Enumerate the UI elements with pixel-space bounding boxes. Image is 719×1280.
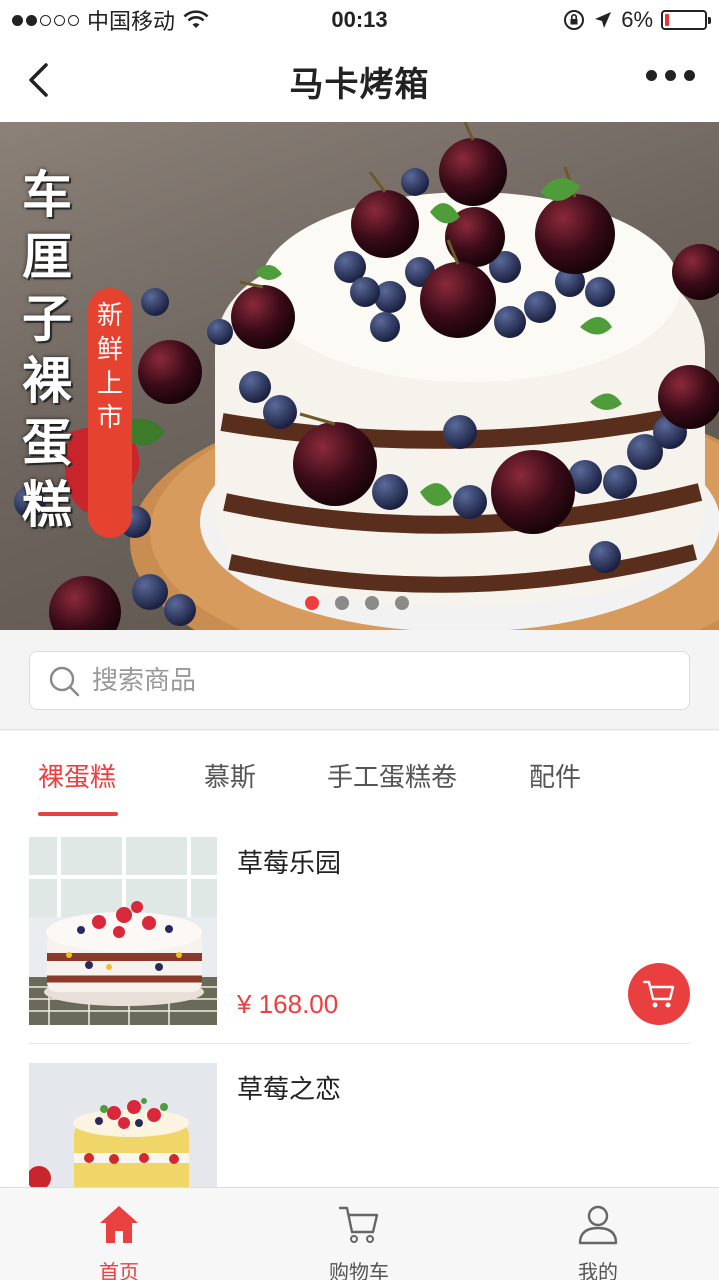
cart-icon	[642, 980, 675, 1008]
tab-home-label: 首页	[99, 1262, 139, 1280]
nav-bar: 马卡烤箱	[0, 40, 719, 122]
carousel-dot[interactable]	[395, 596, 409, 610]
search-box[interactable]	[29, 651, 690, 710]
banner-carousel[interactable]: 车厘子裸蛋糕 新鲜上市	[0, 122, 719, 630]
status-right: 6%	[563, 7, 711, 33]
tab-profile-label: 我的	[578, 1262, 618, 1280]
active-tab-indicator	[38, 812, 118, 816]
tab-profile[interactable]: 我的	[538, 1200, 658, 1280]
tab-cake-roll[interactable]: 手工蛋糕卷	[327, 757, 457, 794]
status-left: 中国移动	[12, 4, 209, 36]
carrier-label: 中国移动	[87, 9, 176, 34]
bottom-tab-bar: 首页 购物车 我的	[0, 1187, 719, 1280]
search-section	[0, 630, 719, 730]
tab-cart[interactable]: 购物车	[299, 1200, 419, 1280]
banner-tag: 新鲜上市	[88, 288, 132, 538]
rotation-lock-icon	[564, 10, 585, 30]
category-tabs: 裸蛋糕 慕斯 手工蛋糕卷 配件	[0, 731, 719, 817]
back-arrow-icon	[29, 63, 48, 97]
location-arrow-icon	[595, 12, 612, 28]
product-price: ¥ 168.00	[237, 989, 339, 1019]
search-icon	[49, 666, 80, 696]
tab-mousse[interactable]: 慕斯	[204, 757, 256, 794]
page-title: 马卡烤箱	[289, 65, 430, 104]
add-to-cart-button[interactable]	[628, 963, 690, 1025]
signal-strength-icon	[12, 14, 79, 26]
product-list: 草莓乐园 ¥ 168.00 草莓之恋	[0, 817, 719, 1187]
banner-title: 车厘子裸蛋糕	[22, 167, 72, 533]
product-image[interactable]	[29, 837, 217, 1025]
carousel-dot[interactable]	[365, 596, 379, 610]
product-name[interactable]: 草莓之恋	[237, 1069, 341, 1106]
status-bar: 中国移动 00:13 6%	[0, 0, 719, 40]
tab-cart-label: 购物车	[329, 1262, 389, 1280]
battery-icon	[661, 10, 711, 30]
tab-accessories[interactable]: 配件	[529, 757, 581, 794]
battery-percent: 6%	[621, 7, 653, 32]
wifi-icon	[183, 10, 209, 28]
user-icon	[578, 1205, 618, 1245]
tab-home[interactable]: 首页	[59, 1200, 179, 1280]
carousel-dot[interactable]	[335, 596, 349, 610]
list-item[interactable]: 草莓之恋	[29, 1043, 690, 1187]
more-menu-button[interactable]	[646, 70, 695, 81]
tab-naked-cake[interactable]: 裸蛋糕	[38, 757, 116, 794]
search-input[interactable]	[92, 665, 652, 696]
list-item[interactable]: 草莓乐园 ¥ 168.00	[29, 817, 690, 1044]
carousel-dot[interactable]	[305, 596, 319, 610]
cart-icon	[338, 1206, 379, 1243]
product-image[interactable]	[29, 1063, 217, 1187]
back-button[interactable]	[18, 60, 58, 100]
carousel-indicators	[305, 596, 409, 610]
home-icon	[100, 1206, 138, 1243]
product-name[interactable]: 草莓乐园	[237, 843, 341, 880]
